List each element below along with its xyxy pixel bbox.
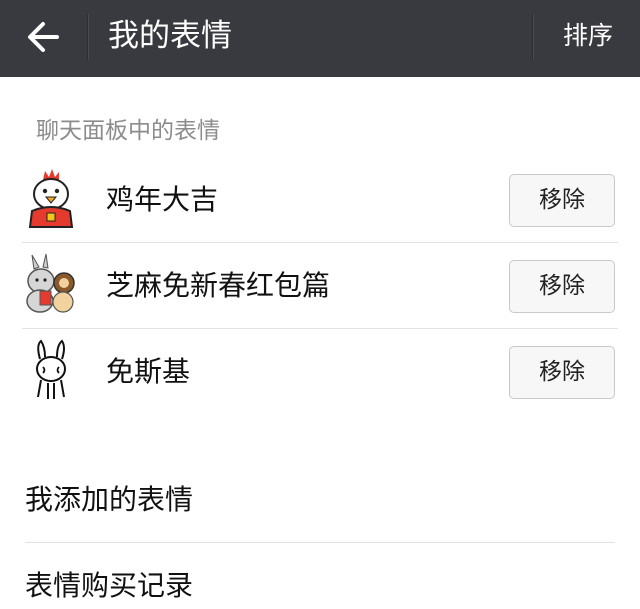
remove-button[interactable]: 移除 xyxy=(509,260,615,313)
back-button[interactable] xyxy=(18,14,70,60)
header-divider xyxy=(87,14,88,60)
section-label-chat-panel: 聊天面板中的表情 xyxy=(36,118,220,144)
rooster-sticker-icon xyxy=(24,167,78,229)
bunny-redpacket-sticker-icon xyxy=(24,253,78,315)
sticker-pack-row: 免斯基 移除 xyxy=(22,329,618,415)
sticker-settings-list: 聊天面板中的表情 鸡年大吉 移除 芝麻免新春红包篇 移除 免斯基 移除 我添加的… xyxy=(0,77,640,609)
sticker-pack-name: 芝麻免新春红包篇 xyxy=(106,269,331,302)
sticker-pack-row: 芝麻免新春红包篇 移除 xyxy=(22,243,618,329)
sort-button[interactable]: 排序 xyxy=(546,16,630,56)
sticker-pack-name: 鸡年大吉 xyxy=(106,183,219,216)
menu-item-label: 表情购买记录 xyxy=(25,569,194,602)
top-bar: 我的表情 排序 xyxy=(0,0,640,77)
sticker-pack-row: 鸡年大吉 移除 xyxy=(22,157,618,243)
my-added-stickers-item[interactable]: 我添加的表情 xyxy=(0,457,640,543)
menu-item-label: 我添加的表情 xyxy=(25,483,194,516)
header-divider xyxy=(532,14,533,60)
remove-button[interactable]: 移除 xyxy=(509,346,615,399)
tuzki-sticker-icon xyxy=(24,339,78,401)
sticker-purchase-history-item[interactable]: 表情购买记录 xyxy=(0,543,640,609)
sticker-pack-name: 免斯基 xyxy=(106,355,191,388)
page-title: 我的表情 xyxy=(108,18,232,54)
remove-button[interactable]: 移除 xyxy=(509,174,615,227)
back-arrow-icon xyxy=(28,22,59,52)
